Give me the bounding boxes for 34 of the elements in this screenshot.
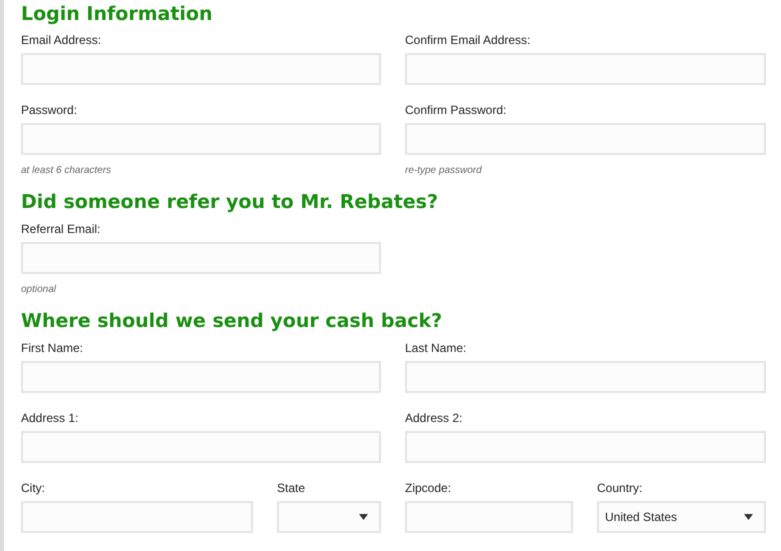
field-label: State: [277, 480, 306, 497]
text-field[interactable]: [405, 361, 766, 393]
field-label: Zipcode:: [405, 480, 452, 497]
field-label: City:: [21, 480, 46, 497]
dropdown-caret-icon: [744, 514, 753, 520]
field-hint: optional: [21, 283, 58, 297]
text-field[interactable]: [21, 242, 381, 274]
field-label: Referral Email:: [21, 221, 102, 238]
field-label: Password:: [21, 102, 78, 119]
field-label: First Name:: [21, 340, 84, 357]
field-hint: at least 6 characters: [21, 164, 112, 178]
field-label: Email Address:: [21, 32, 102, 49]
field-label: Confirm Email Address:: [405, 32, 532, 49]
text-field[interactable]: [405, 501, 573, 533]
field-label: Last Name:: [405, 340, 468, 357]
section-heading: Login Information: [21, 2, 214, 27]
text-field[interactable]: [405, 431, 766, 463]
section-heading: Did someone refer you to Mr. Rebates?: [21, 190, 439, 215]
select-field[interactable]: United States: [597, 501, 766, 533]
field-label: Country:: [597, 480, 644, 497]
text-field[interactable]: [405, 123, 766, 155]
text-field[interactable]: [405, 53, 766, 85]
field-hint: re-type password: [405, 164, 483, 178]
text-field[interactable]: [21, 501, 253, 533]
text-field[interactable]: [21, 123, 381, 155]
text-field[interactable]: [21, 53, 381, 85]
text-field[interactable]: [21, 431, 381, 463]
section-heading: Where should we send your cash back?: [21, 309, 444, 334]
field-label: Address 2:: [405, 410, 464, 427]
dropdown-caret-icon: [359, 514, 368, 520]
field-label: Address 1:: [21, 410, 80, 427]
select-field[interactable]: [277, 501, 381, 533]
field-label: Confirm Password:: [405, 102, 508, 119]
text-field[interactable]: [21, 361, 381, 393]
